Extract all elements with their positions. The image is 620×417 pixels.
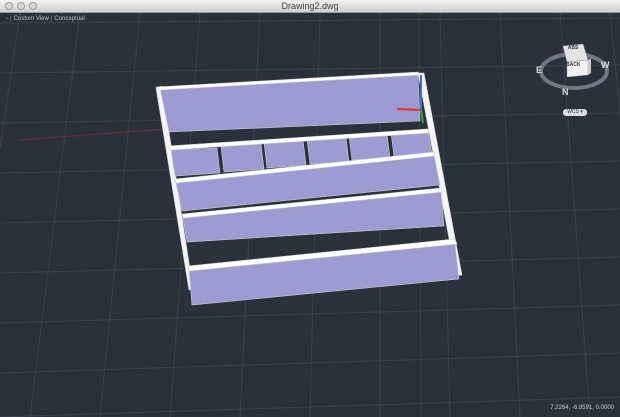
autocad-window: Drawing2.dwg - | Custom View | Conceptua… bbox=[0, 0, 620, 417]
title-bar: Drawing2.dwg bbox=[0, 0, 620, 13]
coordinate-readout: 7.2264, -6.8591, 0.0000 bbox=[550, 405, 614, 411]
back-panel bbox=[159, 74, 421, 133]
compartment-3 bbox=[263, 139, 307, 169]
viewcube-face-front[interactable]: BACK bbox=[566, 62, 580, 68]
model-canvas[interactable] bbox=[0, 13, 620, 417]
compass-north[interactable]: N bbox=[562, 87, 569, 97]
viewcube-face-top[interactable]: ABS bbox=[566, 45, 580, 51]
compartment-1 bbox=[170, 147, 221, 177]
view-menu[interactable]: Custom View bbox=[14, 16, 49, 22]
window-title: Drawing2.dwg bbox=[281, 1, 339, 11]
viewport-menu-button[interactable]: - bbox=[6, 16, 8, 22]
visual-style-menu[interactable]: Conceptual bbox=[54, 16, 84, 22]
compartment-4 bbox=[306, 136, 350, 165]
compartment-2 bbox=[220, 143, 265, 173]
compass-east[interactable]: E bbox=[536, 65, 542, 75]
viewport-controls: - | Custom View | Conceptual bbox=[6, 16, 85, 22]
drawing-viewport[interactable]: - | Custom View | Conceptual ABS BACK E W N … bbox=[0, 13, 620, 417]
wcs-menu[interactable]: WCS ▾ bbox=[563, 109, 587, 116]
tray-model bbox=[155, 71, 463, 306]
compass-west[interactable]: W bbox=[601, 60, 610, 70]
